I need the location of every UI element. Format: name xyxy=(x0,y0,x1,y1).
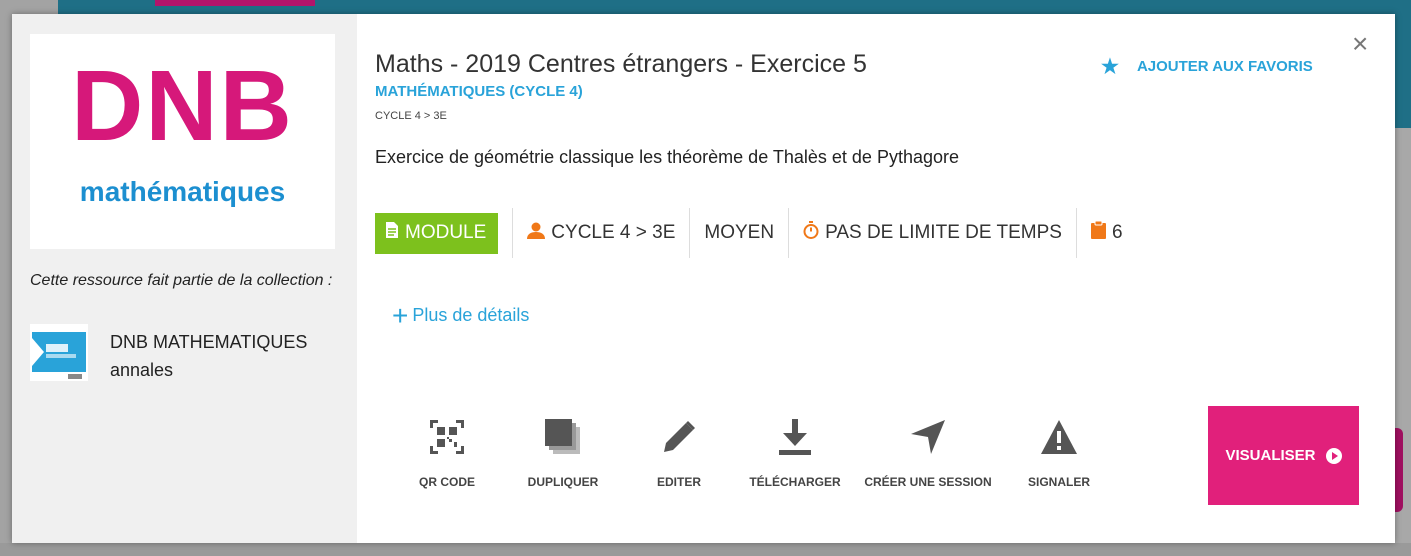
play-icon xyxy=(1325,447,1342,464)
collection-title-line1: DNB MATHEMATIQUES xyxy=(110,332,308,352)
type-label: MODULE xyxy=(405,222,487,243)
report-label: SIGNALER xyxy=(1027,475,1090,489)
collection-title-line2: annales xyxy=(110,360,174,380)
stopwatch-icon xyxy=(803,221,819,245)
logo-main-text: DNB xyxy=(71,50,294,162)
collection-note: Cette ressource fait partie de la collec… xyxy=(30,272,333,289)
resource-subject-link[interactable]: MATHÉMATIQUES (CYCLE 4) xyxy=(375,83,583,100)
more-details-button[interactable]: + Plus de détails xyxy=(392,299,530,331)
divider xyxy=(788,208,790,258)
modal-left-column: DNB mathématiques Cette ressource fait p… xyxy=(12,14,357,543)
create-session-button[interactable]: CRÉER UNE SESSION xyxy=(858,414,998,489)
add-favorite-button[interactable]: ★ AJOUTER AUX FAVORIS xyxy=(1101,54,1313,79)
create-session-label: CRÉER UNE SESSION xyxy=(864,475,992,489)
visualiser-button[interactable]: VISUALISER xyxy=(1208,406,1359,505)
divider xyxy=(512,208,514,258)
download-label: TÉLÉCHARGER xyxy=(749,475,841,489)
count-label: 6 xyxy=(1111,222,1123,243)
divider xyxy=(689,208,691,258)
add-favorite-label: AJOUTER AUX FAVORIS xyxy=(1136,58,1313,75)
difficulty-label: MOYEN xyxy=(704,222,775,243)
resource-logo: DNB mathématiques xyxy=(30,34,335,249)
level-label: CYCLE 4 > 3E xyxy=(551,222,676,243)
download-icon xyxy=(725,414,865,460)
time-item: PAS DE LIMITE DE TEMPS xyxy=(803,221,1062,245)
resource-description: Exercice de géométrie classique les théo… xyxy=(375,147,959,167)
background-right-panel xyxy=(1395,128,1411,556)
clipboard-icon xyxy=(1090,220,1106,245)
count-item: 6 xyxy=(1090,220,1123,245)
navigation-arrow-icon xyxy=(858,414,998,460)
warning-icon xyxy=(989,414,1129,460)
time-label: PAS DE LIMITE DE TEMPS xyxy=(825,222,1062,243)
collection-thumbnail[interactable] xyxy=(30,324,88,381)
background-bottom-strip xyxy=(0,543,1411,556)
resource-modal: DNB mathématiques Cette ressource fait p… xyxy=(12,14,1395,543)
more-details-label: Plus de détails xyxy=(412,305,530,325)
background-header-tab xyxy=(155,0,315,6)
resource-meta-bar: MODULE CYCLE 4 > 3E MOYEN PAS DE LIMITE … xyxy=(375,206,1123,260)
collection-title[interactable]: DNB MATHEMATIQUES annales xyxy=(110,328,350,384)
close-button[interactable]: × xyxy=(1352,30,1368,58)
visualiser-label: VISUALISER xyxy=(1225,447,1316,464)
user-icon xyxy=(527,222,546,245)
breadcrumb: CYCLE 4 > 3E xyxy=(375,110,447,122)
plus-icon: + xyxy=(392,299,409,331)
star-icon: ★ xyxy=(1101,56,1119,78)
resource-title: Maths - 2019 Centres étrangers - Exercic… xyxy=(375,50,867,78)
download-button[interactable]: TÉLÉCHARGER xyxy=(725,414,865,489)
document-icon xyxy=(385,221,399,245)
level-item: CYCLE 4 > 3E xyxy=(527,222,675,245)
type-badge: MODULE xyxy=(375,212,499,254)
difficulty-item: MOYEN xyxy=(704,222,774,244)
report-button[interactable]: SIGNALER xyxy=(989,414,1129,489)
divider xyxy=(1075,208,1077,258)
background-pink-shape xyxy=(1395,428,1403,512)
logo-sub-text: mathématiques xyxy=(79,176,286,207)
